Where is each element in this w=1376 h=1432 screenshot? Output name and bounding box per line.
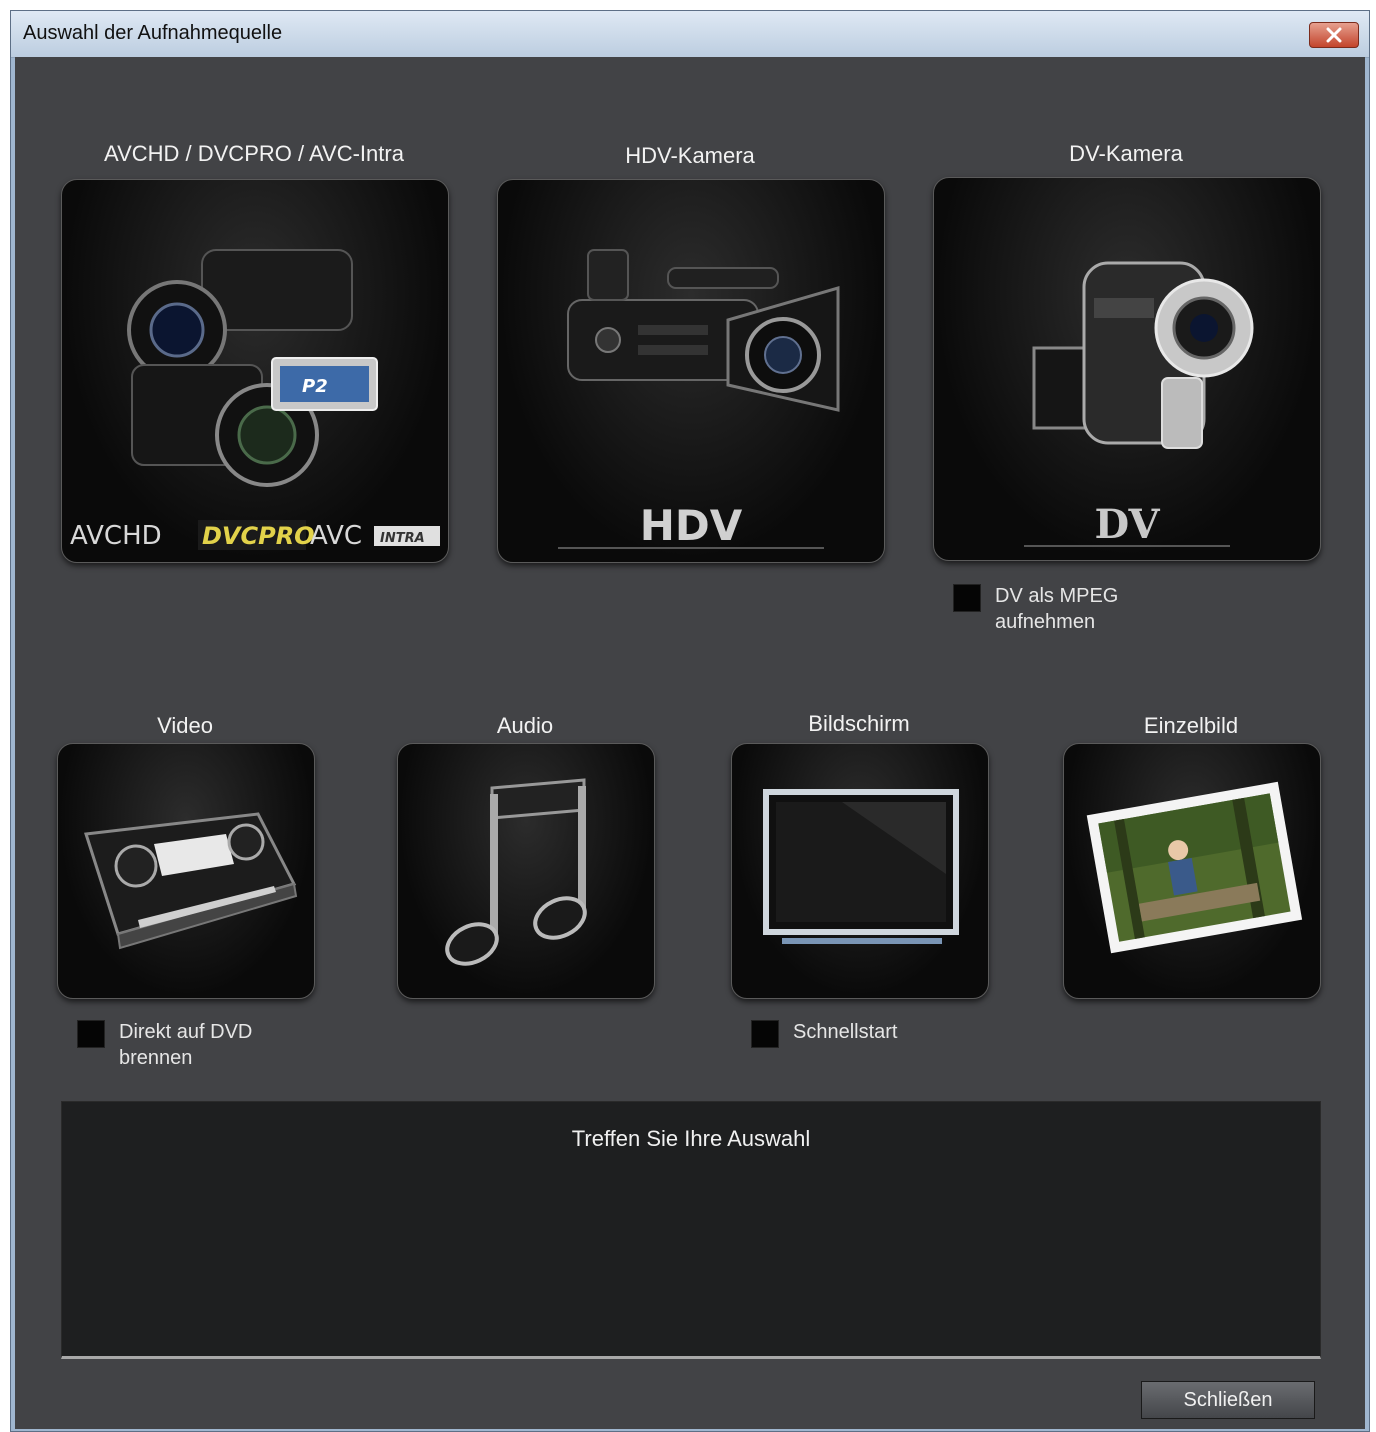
info-panel: Treffen Sie Ihre Auswahl — [61, 1101, 1321, 1359]
svg-text:AVCHD: AVCHD — [70, 521, 162, 551]
svg-text:DVCPRO: DVCPRO — [202, 522, 315, 550]
svg-text:HDV: HDV — [640, 502, 743, 550]
option-dv-mpeg: DV als MPEG aufnehmen — [953, 583, 1155, 635]
quickstart-checkbox[interactable] — [751, 1020, 779, 1048]
label-dv: DV-Kamera — [1069, 141, 1183, 166]
window-close-button[interactable] — [1309, 22, 1359, 48]
svg-text:AVC: AVC — [310, 521, 362, 551]
svg-text:P2: P2 — [302, 376, 328, 397]
source-audio-tile[interactable] — [397, 743, 655, 999]
close-icon — [1326, 27, 1342, 43]
close-button[interactable]: Schließen — [1141, 1381, 1315, 1419]
dv-mpeg-label: DV als MPEG aufnehmen — [995, 585, 1119, 633]
source-bildschirm-tile[interactable] — [731, 743, 989, 999]
dialog-window: Auswahl der Aufnahmequelle AVCHD / DVCPR… — [10, 10, 1370, 1432]
label-audio: Audio — [496, 713, 554, 738]
svg-text:DV: DV — [1094, 501, 1160, 548]
hdv-logo-icon: HDV — [558, 502, 824, 550]
label-bildschirm: Bildschirm — [808, 711, 910, 736]
quickstart-label: Schnellstart — [793, 1021, 898, 1043]
source-dv-tile[interactable]: DV — [933, 177, 1321, 561]
dialog-content: AVCHD / DVCPRO / AVC-Intra HDV-Kamera DV… — [15, 57, 1365, 1429]
svg-text:INTRA: INTRA — [380, 531, 425, 546]
label-einzelbild: Einzelbild — [1143, 713, 1239, 738]
source-einzelbild-tile[interactable] — [1063, 743, 1321, 999]
vhs-cassette-icon — [84, 812, 298, 950]
dv-mpeg-checkbox[interactable] — [953, 584, 981, 612]
dv-logo-icon: DV — [1024, 501, 1230, 548]
photo-icon — [1086, 781, 1303, 954]
camcorder-group-icon: P2 — [127, 249, 378, 487]
window-title: Auswahl der Aufnahmequelle — [23, 22, 283, 44]
avchd-logo-icon: AVCHD DVCPRO AVC INTRA — [70, 520, 440, 551]
source-avchd-tile[interactable]: P2 AVCHD DVCPRO AVC INTRA — [61, 179, 449, 563]
option-direct-dvd: Direkt auf DVD brennen — [77, 1019, 289, 1071]
direct-dvd-checkbox[interactable] — [77, 1020, 105, 1048]
music-note-icon — [445, 778, 587, 966]
direct-dvd-label: Direkt auf DVD brennen — [119, 1021, 253, 1069]
label-hdv: HDV-Kamera — [625, 143, 755, 168]
source-hdv-tile[interactable]: HDV — [497, 179, 885, 563]
option-quickstart: Schnellstart — [751, 1019, 993, 1048]
monitor-icon — [763, 789, 959, 944]
source-video-tile[interactable] — [57, 743, 315, 999]
label-avchd: AVCHD / DVCPRO / AVC-Intra — [104, 141, 404, 166]
title-bar: Auswahl der Aufnahmequelle — [11, 11, 1369, 58]
info-text: Treffen Sie Ihre Auswahl — [571, 1126, 811, 1151]
label-video: Video — [157, 713, 213, 738]
